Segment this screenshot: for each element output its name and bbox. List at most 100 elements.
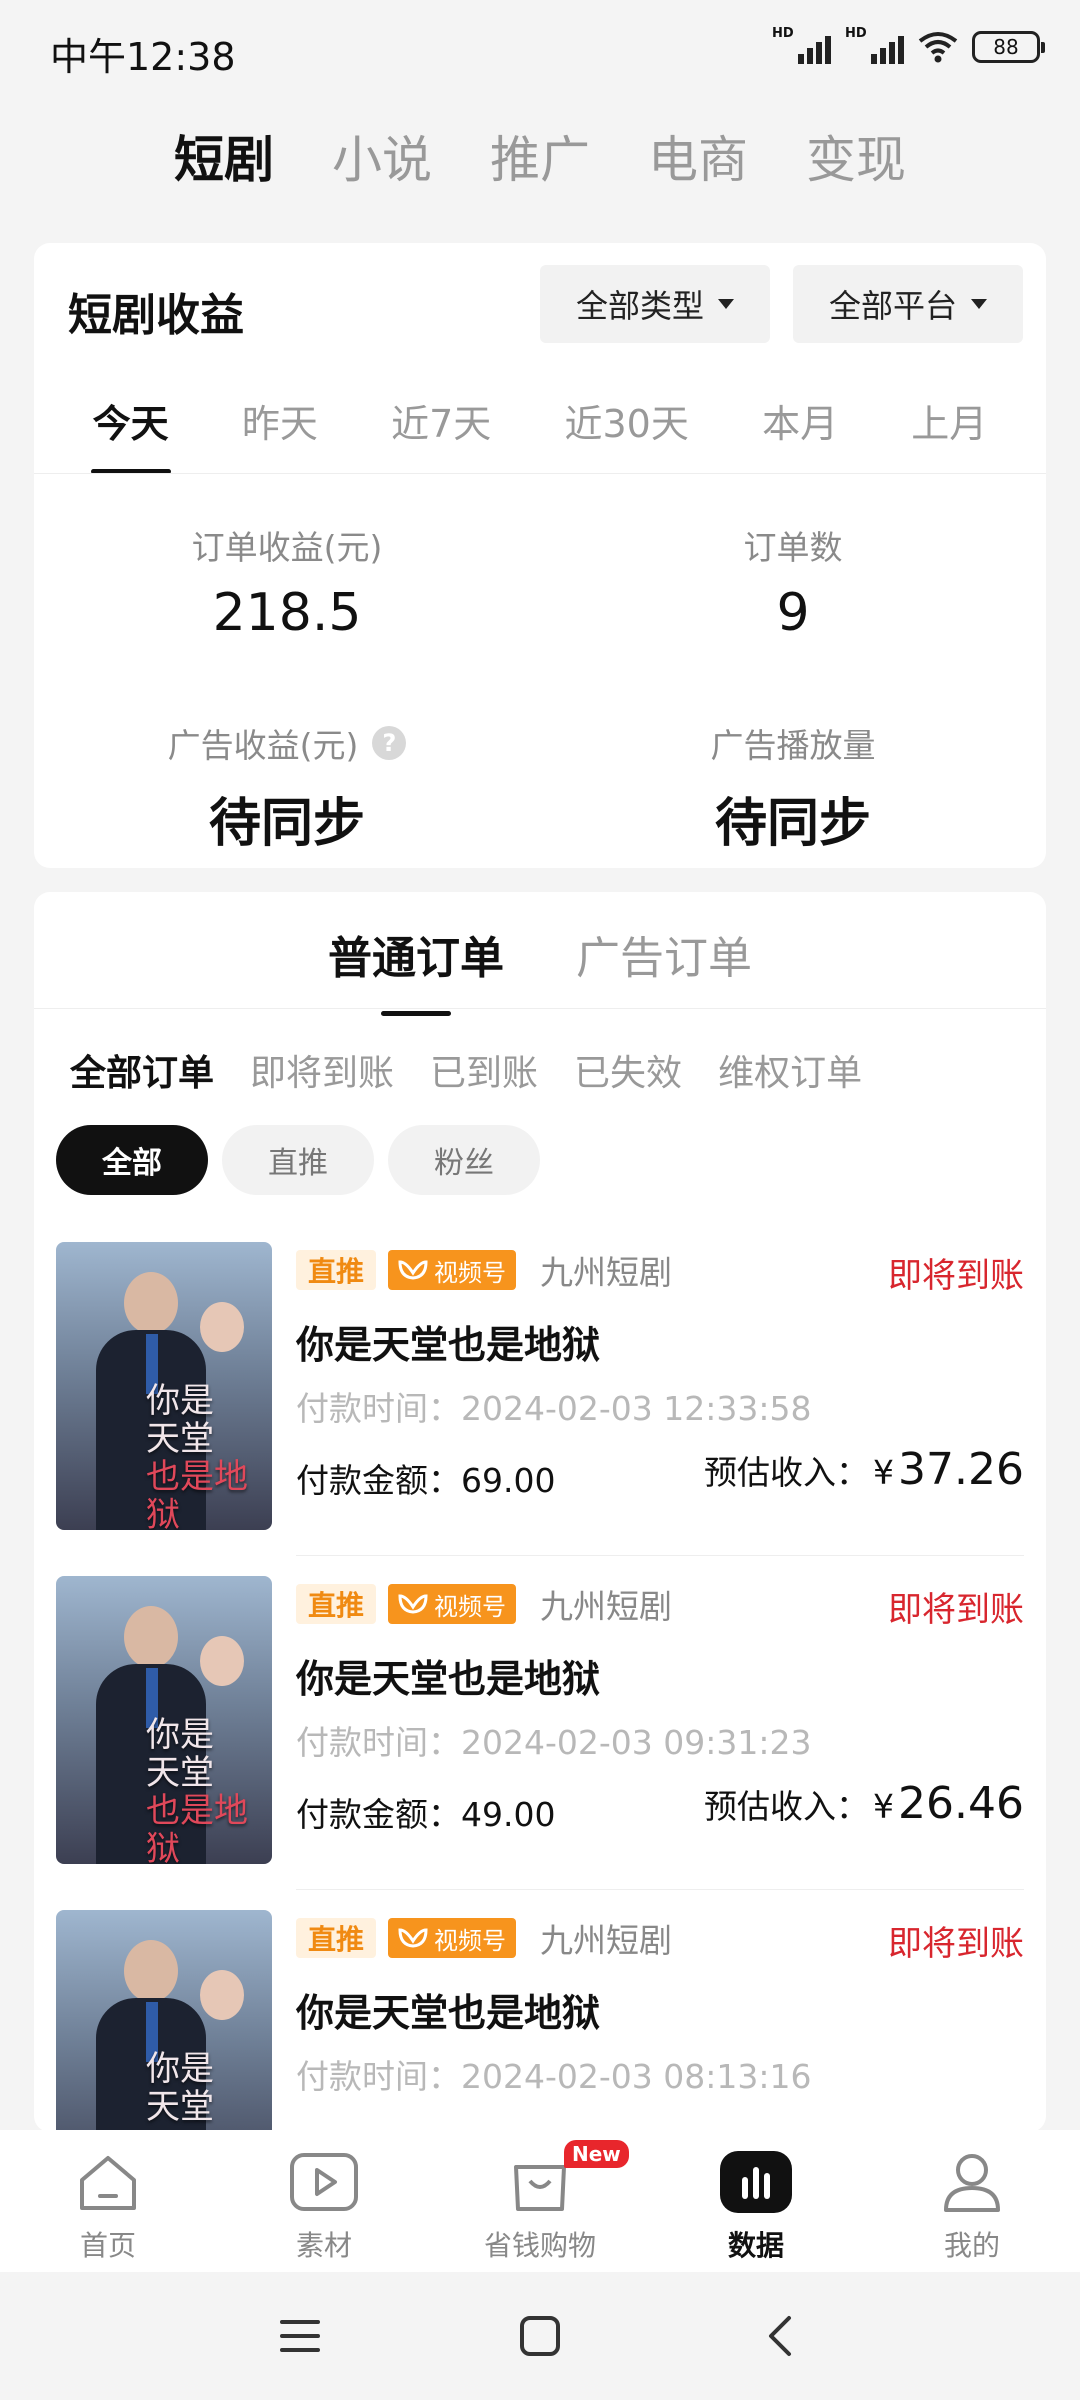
- poster-line: 也是地狱: [146, 1791, 248, 1864]
- type-filter-dropdown[interactable]: 全部类型: [540, 265, 770, 343]
- period-yesterday[interactable]: 昨天: [242, 393, 318, 474]
- poster-title: 你是 天堂: [146, 2050, 266, 2126]
- revenue-title: 短剧收益: [68, 290, 244, 341]
- poster-line: 天堂: [146, 1753, 214, 1793]
- platform-name: 九州短剧: [540, 1921, 673, 1960]
- platform-filter-dropdown[interactable]: 全部平台: [793, 265, 1023, 343]
- income-currency: ¥: [873, 1453, 895, 1492]
- filter-pending[interactable]: 即将到账: [250, 1044, 394, 1096]
- nav-profile[interactable]: 我的: [864, 2130, 1080, 2272]
- orders-card: 普通订单 广告订单 全部订单 即将到账 已到账 已失效 维权订单 全部 直推 粉…: [34, 892, 1046, 2132]
- nav-materials[interactable]: 素材: [216, 2130, 432, 2272]
- estimated-income: 预估收入： ¥ 37.26: [704, 1444, 1024, 1495]
- period-this-month[interactable]: 本月: [762, 393, 838, 474]
- home-square-icon[interactable]: [510, 2306, 570, 2366]
- order-status: 即将到账: [888, 1256, 1024, 1296]
- poster-line: 是: [180, 2049, 214, 2089]
- drama-poster: 你是 天堂 也是地狱: [56, 1242, 272, 1530]
- menu-icon[interactable]: [270, 2306, 330, 2366]
- pay-time: 付款时间：2024-02-03 08:13:16: [296, 2057, 812, 2096]
- period-30days[interactable]: 近30天: [564, 393, 688, 474]
- channel-tag: 视频号: [388, 1250, 517, 1290]
- period-last-month[interactable]: 上月: [911, 393, 987, 474]
- order-item[interactable]: 你是 天堂 直推 视频号 九州短剧 即将到账 你是天堂也是地狱 付款时间：202…: [56, 1890, 1024, 2132]
- ad-income-value: 待同步: [208, 794, 365, 854]
- period-today[interactable]: 今天: [93, 393, 169, 474]
- chip-fans[interactable]: 粉丝: [388, 1125, 540, 1195]
- hd-label: HD: [772, 26, 794, 41]
- help-icon[interactable]: ?: [372, 726, 407, 760]
- order-tags: 直推 视频号 九州短剧: [296, 1246, 672, 1294]
- wifi-icon: [918, 32, 958, 63]
- filter-expired[interactable]: 已失效: [574, 1044, 682, 1096]
- revenue-card: 短剧收益 全部类型 全部平台 今天 昨天 近7天 近30天 本月 上月 订单收益…: [34, 243, 1046, 868]
- chip-direct[interactable]: 直推: [222, 1125, 374, 1195]
- filter-received[interactable]: 已到账: [430, 1044, 538, 1096]
- order-title: 你是天堂也是地狱: [296, 1323, 601, 1367]
- status-icons: HD HD 88: [772, 26, 1045, 64]
- pay-time: 付款时间：2024-02-03 09:31:23: [296, 1723, 812, 1762]
- nav-profile-label: 我的: [943, 2229, 1000, 2262]
- order-type-tabs: 普通订单 广告订单: [34, 922, 1046, 1016]
- income-value: 37.26: [898, 1444, 1024, 1495]
- channels-logo-icon: [398, 1928, 428, 1948]
- nav-home-label: 首页: [79, 2229, 136, 2262]
- order-tags: 直推 视频号 九州短剧: [296, 1580, 672, 1628]
- nav-shopping[interactable]: New 省钱购物: [432, 2130, 648, 2272]
- direct-tag: 直推: [296, 1918, 377, 1958]
- hd-label-2: HD: [845, 26, 867, 41]
- tab-monetize[interactable]: 变现: [806, 120, 906, 192]
- nav-materials-label: 素材: [295, 2229, 352, 2262]
- pay-amount: 付款金额：49.00: [296, 1795, 556, 1834]
- tab-short-drama[interactable]: 短剧: [174, 120, 274, 192]
- platform-name: 九州短剧: [540, 1253, 673, 1292]
- ad-income-label: 广告收益(元): [167, 726, 359, 765]
- home-icon: [72, 2148, 144, 2216]
- chip-all[interactable]: 全部: [56, 1125, 208, 1195]
- filter-all-orders[interactable]: 全部订单: [70, 1044, 214, 1096]
- ad-income-label-wrap: 广告收益(元) ?: [168, 719, 407, 767]
- order-item[interactable]: 你是 天堂 也是地狱 直推 视频号 九州短剧 即将到账 你是天堂也是地狱 付款时…: [56, 1222, 1024, 1556]
- source-chips: 全部 直推 粉丝: [56, 1125, 540, 1195]
- ad-plays-stat: 广告播放量 待同步: [540, 719, 1046, 856]
- poster-line: 你: [146, 1381, 180, 1421]
- order-status: 即将到账: [888, 1924, 1024, 1964]
- tab-ad-orders[interactable]: 广告订单: [576, 922, 752, 1016]
- tab-normal-orders[interactable]: 普通订单: [328, 922, 504, 1016]
- poster-title: 你是 天堂 也是地狱: [146, 1716, 266, 1864]
- channels-logo-icon: [398, 1594, 428, 1614]
- income-label: 预估收入：: [704, 1787, 870, 1826]
- nav-data-label: 数据: [727, 2229, 784, 2262]
- type-filter-label: 全部类型: [575, 287, 704, 325]
- tab-ecommerce[interactable]: 电商: [648, 120, 748, 192]
- poster-line: 也是地狱: [146, 1457, 248, 1530]
- order-status-filters: 全部订单 即将到账 已到账 已失效 维权订单: [70, 1044, 862, 1096]
- ad-plays-value: 待同步: [714, 794, 871, 854]
- channels-logo-icon: [398, 1260, 428, 1280]
- ad-income-stat: 广告收益(元) ? 待同步: [34, 719, 540, 856]
- channel-tag: 视频号: [388, 1918, 517, 1958]
- order-income-value: 218.5: [212, 583, 362, 643]
- new-badge: New: [564, 2140, 629, 2168]
- tab-promotion[interactable]: 推广: [490, 120, 590, 192]
- period-7days[interactable]: 近7天: [391, 393, 491, 474]
- poster-line: 你: [146, 2049, 180, 2089]
- signal-icon: HD: [772, 26, 831, 64]
- order-count-stat: 订单数 9: [540, 521, 1046, 643]
- channel-tag-label: 视频号: [434, 1592, 507, 1621]
- filter-dispute[interactable]: 维权订单: [718, 1044, 862, 1096]
- signal-icon-2: HD: [845, 26, 904, 64]
- channel-tag-label: 视频号: [434, 1258, 507, 1287]
- order-count-label: 订单数: [743, 528, 843, 567]
- estimated-income: 预估收入： ¥ 26.46: [704, 1778, 1024, 1829]
- order-tags: 直推 视频号 九州短剧: [296, 1914, 672, 1962]
- tab-novel[interactable]: 小说: [332, 120, 432, 192]
- back-icon[interactable]: [750, 2306, 810, 2366]
- order-item[interactable]: 你是 天堂 也是地狱 直推 视频号 九州短剧 即将到账 你是天堂也是地狱 付款时…: [56, 1556, 1024, 1890]
- bar-chart-icon: [720, 2148, 792, 2216]
- user-icon: [936, 2148, 1008, 2216]
- caret-down-icon: [971, 299, 987, 309]
- period-tabs: 今天 昨天 近7天 近30天 本月 上月: [34, 393, 1046, 474]
- nav-home[interactable]: 首页: [0, 2130, 216, 2272]
- nav-data[interactable]: 数据: [648, 2130, 864, 2272]
